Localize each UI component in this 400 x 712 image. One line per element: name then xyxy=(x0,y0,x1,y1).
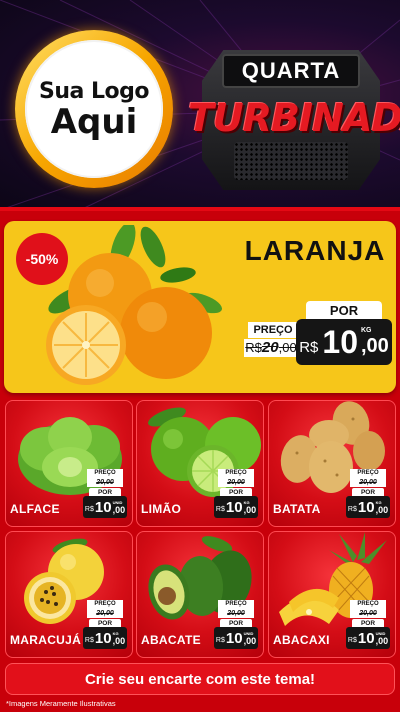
header-divider xyxy=(0,207,400,211)
price-cents-group: KG ,00 xyxy=(244,500,257,515)
price-box: R$ 10 UNID ,00 xyxy=(83,496,127,518)
featured-price-cents-group: KG ,00 xyxy=(361,327,389,357)
product-card-alface[interactable]: ALFACE PREÇO 20,00 POR R$ 10 UNID ,00 xyxy=(5,400,133,527)
price-cents: ,00 xyxy=(112,504,126,515)
preco-label: PREÇO xyxy=(218,600,254,609)
quarta-turbinada-badge: QUARTA TURBINADA xyxy=(188,40,400,200)
create-flyer-button[interactable]: Crie seu encarte com este tema! xyxy=(5,663,395,695)
price-cents-group: KG ,00 xyxy=(376,500,389,515)
currency: R$ xyxy=(347,637,357,644)
old-price: 20,00 xyxy=(218,609,254,618)
price-tag: PREÇO 20,00 POR R$ 10 UNID ,00 xyxy=(214,600,258,652)
featured-unit: KG xyxy=(360,327,372,334)
product-name: BATATA xyxy=(273,502,321,516)
price-cents: ,00 xyxy=(243,504,257,515)
price-tag: PREÇO 20,00 POR R$ 10 KG ,00 xyxy=(214,469,258,521)
price-tag: PREÇO 20,00 POR R$ 10 KG ,00 xyxy=(83,600,127,652)
featured-product-name: LARANJA xyxy=(244,235,386,266)
featured-price-box: R$ 10 KG ,00 xyxy=(296,319,392,365)
price-tag: PREÇO 20,00 POR R$ 10 UNID ,00 xyxy=(346,600,390,652)
featured-currency: R$ xyxy=(299,338,319,356)
featured-product-card[interactable]: -50% LARANJA POR PREÇO R$20,00 R$ 10 KG … xyxy=(4,221,396,393)
featured-price-cents: ,00 xyxy=(360,335,389,357)
logo-placeholder: Sua Logo Aqui xyxy=(15,30,173,188)
price-box: R$ 10 UNID ,00 xyxy=(214,627,258,649)
price-box: R$ 10 KG ,00 xyxy=(214,496,258,518)
product-name: ABACATE xyxy=(141,633,201,647)
featured-por-label: POR xyxy=(306,301,382,321)
product-name: MARACUJÁ xyxy=(10,633,82,647)
price-int: 10 xyxy=(225,498,243,516)
old-price: 20,00 xyxy=(350,609,386,618)
featured-old-price-cents: ,00 xyxy=(278,340,297,355)
price-cents-group: UNID ,00 xyxy=(376,631,389,646)
currency: R$ xyxy=(347,506,357,513)
old-price: 20,00 xyxy=(218,478,254,487)
product-card-limao[interactable]: LIMÃO PREÇO 20,00 POR R$ 10 KG ,00 xyxy=(136,400,264,527)
price-int: 10 xyxy=(225,629,243,647)
old-price: 20,00 xyxy=(87,609,123,618)
disclaimer-text: *Imagens Meramente Ilustrativas xyxy=(6,699,116,708)
price-cents-group: UNID ,00 xyxy=(244,631,257,646)
speaker-grill-icon xyxy=(234,142,348,180)
price-box: R$ 10 KG ,00 xyxy=(83,627,127,649)
currency: R$ xyxy=(215,506,225,513)
preco-label: PREÇO xyxy=(350,600,386,609)
currency: R$ xyxy=(215,637,225,644)
product-card-abacaxi[interactable]: ABACAXI PREÇO 20,00 POR R$ 10 UNID ,00 xyxy=(268,531,396,658)
product-name: ALFACE xyxy=(10,502,60,516)
product-card-batata[interactable]: BATATA PREÇO 20,00 POR R$ 10 KG ,00 xyxy=(268,400,396,527)
price-int: 10 xyxy=(357,629,375,647)
product-name: LIMÃO xyxy=(141,502,182,516)
preco-label: PREÇO xyxy=(87,600,123,609)
product-name: ABACAXI xyxy=(273,633,330,647)
badge-title: TURBINADA xyxy=(188,96,400,140)
price-cents: ,00 xyxy=(243,635,257,646)
currency: R$ xyxy=(84,637,94,644)
price-cents: ,00 xyxy=(112,635,126,646)
preco-label: PREÇO xyxy=(218,469,254,478)
price-int: 10 xyxy=(94,498,112,516)
featured-old-price-int: 20 xyxy=(261,339,279,356)
price-int: 10 xyxy=(357,498,375,516)
price-cents: ,00 xyxy=(375,504,389,515)
product-card-maracuja[interactable]: MARACUJÁ PREÇO 20,00 POR R$ 10 KG ,00 xyxy=(5,531,133,658)
price-box: R$ 10 KG ,00 xyxy=(346,496,390,518)
price-tag: PREÇO 20,00 POR R$ 10 KG ,00 xyxy=(346,469,390,521)
header-banner: Sua Logo Aqui QUARTA TURBINADA xyxy=(0,0,400,210)
logo-text-line2: Aqui xyxy=(50,101,138,142)
discount-badge: -50% xyxy=(16,233,68,285)
logo-circle: Sua Logo Aqui xyxy=(25,40,163,178)
price-tag: PREÇO 20,00 POR R$ 10 UNID ,00 xyxy=(83,469,127,521)
old-price: 20,00 xyxy=(350,478,386,487)
price-box: R$ 10 UNID ,00 xyxy=(346,627,390,649)
price-cents-group: UNID ,00 xyxy=(113,500,126,515)
preco-label: PREÇO xyxy=(87,469,123,478)
preco-label: PREÇO xyxy=(350,469,386,478)
old-price: 20,00 xyxy=(87,478,123,487)
featured-old-price: R$20,00 xyxy=(244,339,298,357)
currency: R$ xyxy=(84,506,94,513)
price-int: 10 xyxy=(94,629,112,647)
featured-preco-label: PREÇO xyxy=(248,322,298,338)
badge-day-label: QUARTA xyxy=(222,54,360,88)
price-cents: ,00 xyxy=(375,635,389,646)
product-card-abacate[interactable]: ABACATE PREÇO 20,00 POR R$ 10 UNID ,00 xyxy=(136,531,264,658)
price-cents-group: KG ,00 xyxy=(113,631,126,646)
featured-price-int: 10 xyxy=(322,323,358,360)
logo-text-line1: Sua Logo xyxy=(38,78,150,104)
